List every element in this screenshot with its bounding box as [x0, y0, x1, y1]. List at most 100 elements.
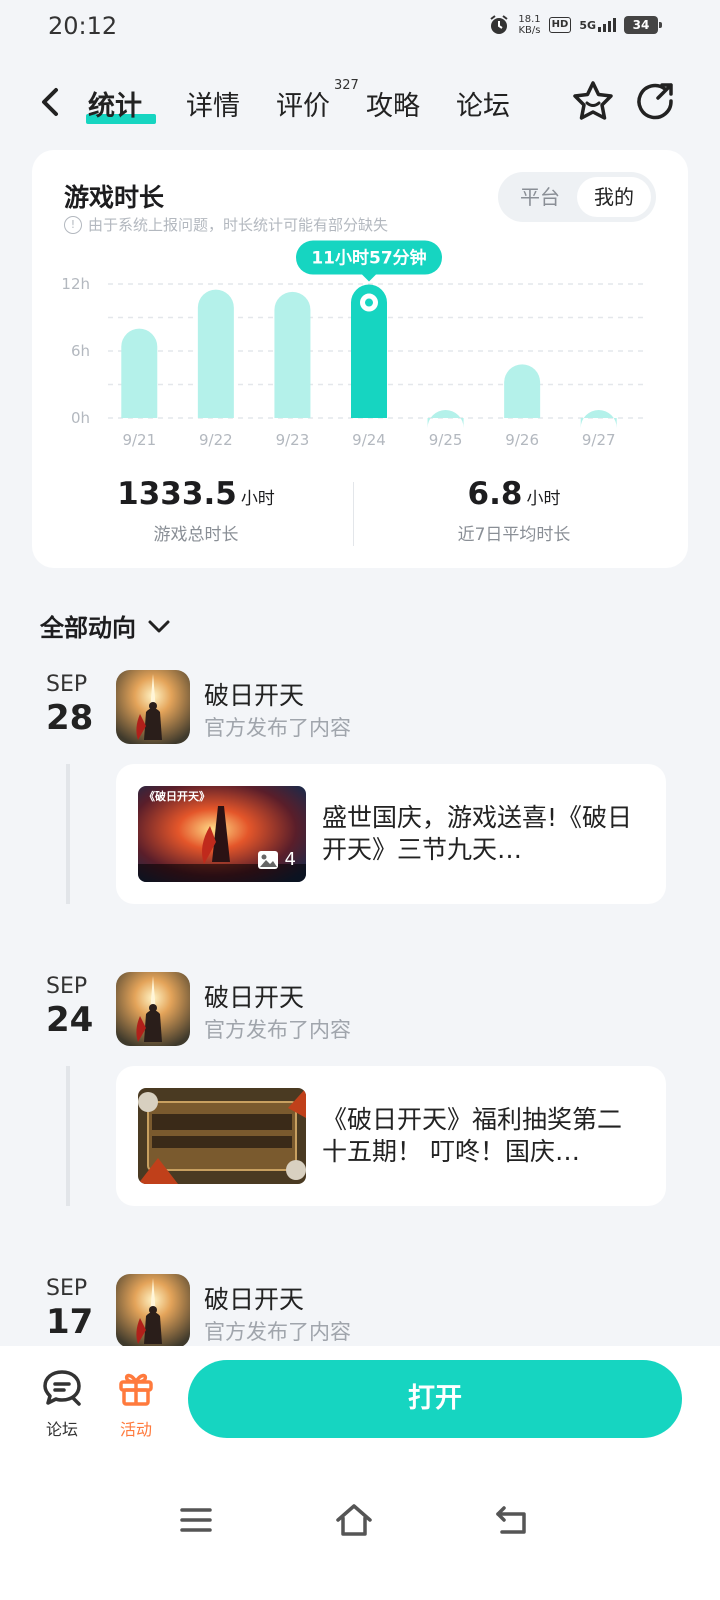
status-icons: 18.1 KB/s HD 5G 34 — [488, 14, 662, 36]
feed-month: SEP — [46, 672, 88, 697]
bottom-action-bar: 论坛 活动 打开 — [0, 1346, 720, 1600]
activity-button[interactable]: 活动 — [106, 1368, 166, 1440]
image-count-value: 4 — [284, 849, 296, 870]
tab-reviews[interactable]: 评价 — [276, 84, 330, 123]
playtime-bar-chart: 12h 6h 0h 9/21 9/22 9/23 9/24 11小时57分钟 9/25 9/26 9… — [61, 240, 644, 449]
feed-day: 17 — [46, 1302, 94, 1342]
timeline-line — [66, 764, 70, 904]
y-tick-label: 6h — [71, 342, 90, 360]
post-title: 《破日开天》福利抽奖第二十五期！ 叮咚！国庆… — [322, 1105, 623, 1166]
game-name: 破日开天 — [204, 1285, 305, 1314]
menu-icon[interactable] — [176, 1502, 216, 1538]
x-tick-label: 9/22 — [199, 431, 233, 449]
game-name: 破日开天 — [204, 983, 305, 1012]
feed-filter-dropdown[interactable]: 全部动向 — [40, 608, 172, 643]
post-thumbnail: 《破日开天》 4 — [138, 786, 306, 882]
average-playtime: 6.8 小时 近7日平均时长 — [350, 476, 678, 545]
total-playtime: 1333.5 小时 游戏总时长 — [32, 476, 360, 545]
post-thumbnail — [138, 1088, 306, 1184]
feed-month: SEP — [46, 1276, 88, 1301]
feed-filter-label: 全部动向 — [40, 614, 136, 642]
feed-day: 24 — [46, 1000, 94, 1040]
total-value: 1333.5 — [117, 476, 237, 512]
x-tick-label: 9/24 — [352, 431, 386, 449]
x-tick-label: 9/21 — [122, 431, 156, 449]
card-title: 游戏时长 — [64, 183, 165, 212]
game-name: 破日开天 — [204, 681, 305, 710]
feed-month: SEP — [46, 974, 88, 999]
feed-subtitle: 官方发布了内容 — [204, 1018, 351, 1042]
status-bar: 20:12 18.1 KB/s HD 5G 34 — [0, 0, 720, 58]
back-nav-icon[interactable] — [492, 1502, 532, 1538]
forum-chat-icon — [43, 1370, 81, 1406]
bar — [197, 289, 234, 418]
x-tick-label: 9/27 — [582, 431, 616, 449]
bar — [274, 291, 311, 418]
top-nav: 统计 详情 评价 327 攻略 论坛 — [0, 78, 720, 134]
post-title: 盛世国庆，游戏送喜!《破日开天》三节九天… — [322, 803, 633, 864]
feed-subtitle: 官方发布了内容 — [204, 1320, 351, 1344]
review-count-badge: 327 — [334, 78, 359, 93]
avg-unit: 小时 — [526, 489, 561, 509]
tab-stats[interactable]: 统计 — [88, 84, 142, 123]
tab-forum[interactable]: 论坛 — [456, 84, 510, 123]
playtime-card: 游戏时长 ! 由于系统上报问题，时长统计可能有部分缺失 平台 我的 12h 6h 0… — [32, 150, 688, 568]
status-time: 20:12 — [48, 12, 118, 40]
post-card[interactable]: 《破日开天》 4 盛世国庆，游戏送喜!《破日开天》三节九天… — [116, 764, 666, 904]
game-avatar[interactable] — [116, 1274, 190, 1348]
gift-icon — [119, 1373, 153, 1406]
bar — [427, 410, 464, 428]
image-icon — [257, 850, 278, 869]
svg-text:《破日开天》: 《破日开天》 — [144, 789, 210, 803]
hd-badge: HD — [548, 17, 572, 33]
playtime-summary: 1333.5 小时 游戏总时长 6.8 小时 近7日平均时长 — [32, 476, 688, 556]
favorite-star-icon[interactable] — [570, 78, 616, 124]
avg-value: 6.8 — [467, 476, 523, 512]
total-unit: 小时 — [240, 489, 275, 509]
x-tick-label: 9/25 — [429, 431, 463, 449]
toggle-platform[interactable]: 平台 — [503, 177, 577, 217]
tooltip-pointer — [362, 274, 376, 282]
battery-icon: 34 — [624, 16, 662, 34]
image-count: 4 — [257, 849, 296, 870]
toggle-mine[interactable]: 我的 — [577, 177, 651, 217]
tab-details[interactable]: 详情 — [186, 84, 240, 123]
tooltip-label: 11小时57分钟 — [311, 248, 426, 269]
tab-guides[interactable]: 攻略 — [366, 84, 420, 123]
forum-button[interactable]: 论坛 — [32, 1368, 92, 1440]
y-tick-label: 0h — [71, 409, 90, 427]
x-tick-label: 9/26 — [505, 431, 539, 449]
network-speed: 18.1 KB/s — [518, 14, 540, 36]
info-icon: ! — [64, 215, 82, 234]
note-text: 由于系统上报问题，时长统计可能有部分缺失 — [88, 216, 389, 234]
bar — [504, 364, 541, 418]
feed-subtitle: 官方发布了内容 — [204, 716, 351, 740]
forum-label: 论坛 — [45, 1420, 78, 1439]
post-card[interactable]: 《破日开天》福利抽奖第二十五期！ 叮咚！国庆… — [116, 1066, 666, 1206]
speed-value: 18.1 — [518, 14, 541, 25]
feed-day: 28 — [46, 698, 94, 738]
avg-label: 近7日平均时长 — [457, 525, 571, 545]
card-note: ! 由于系统上报问题，时长统计可能有部分缺失 — [64, 214, 388, 235]
signal-indicator: 5G — [579, 18, 616, 32]
y-tick-label: 12h — [61, 275, 90, 293]
bar — [580, 410, 617, 428]
signal-icon — [598, 18, 616, 32]
game-avatar[interactable] — [116, 670, 190, 744]
source-toggle: 平台 我的 — [498, 172, 656, 222]
open-game-button[interactable]: 打开 — [188, 1360, 682, 1438]
bar — [121, 328, 158, 418]
timeline-line — [66, 1066, 70, 1206]
home-icon[interactable] — [334, 1502, 374, 1538]
game-avatar[interactable] — [116, 972, 190, 1046]
speed-unit: KB/s — [518, 25, 541, 36]
activity-label: 活动 — [119, 1420, 152, 1439]
network-type: 5G — [579, 19, 596, 32]
x-tick-label: 9/23 — [276, 431, 310, 449]
selected-marker-dot — [365, 298, 373, 307]
total-label: 游戏总时长 — [153, 525, 239, 545]
alarm-icon — [490, 15, 508, 34]
chevron-down-icon — [148, 620, 170, 632]
back-icon[interactable] — [36, 84, 66, 120]
share-icon[interactable] — [632, 78, 678, 124]
